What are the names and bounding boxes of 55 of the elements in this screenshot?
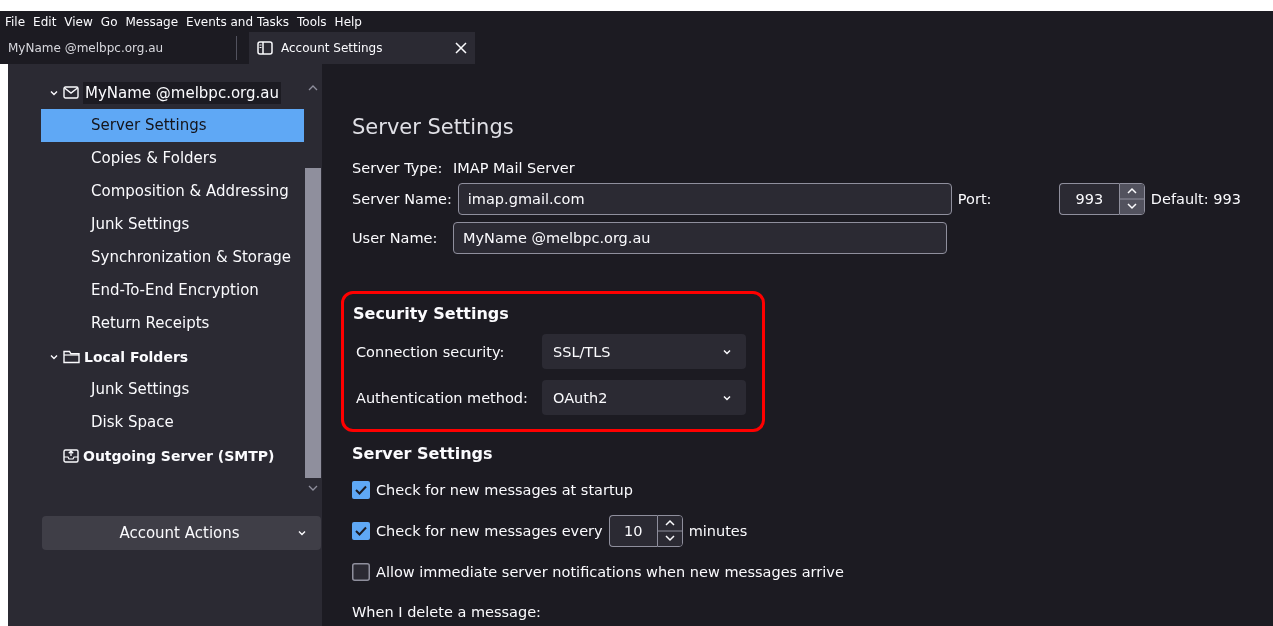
spin-buttons[interactable] bbox=[656, 514, 683, 547]
spin-buttons[interactable] bbox=[1118, 182, 1145, 215]
tree-item[interactable]: Composition & Addressing bbox=[41, 175, 304, 208]
tree-item[interactable]: Junk Settings bbox=[41, 208, 304, 241]
checkbox-label[interactable]: Allow immediate server notifications when new messages arrive bbox=[376, 563, 844, 580]
tree-item[interactable]: Local Folders bbox=[41, 340, 304, 373]
input-field[interactable]: MyName @melbpc.org.au bbox=[453, 221, 947, 254]
menu-item[interactable]: Go bbox=[100, 14, 118, 29]
tree-item[interactable]: Outgoing Server (SMTP) bbox=[41, 439, 304, 472]
field-label: Port: bbox=[957, 190, 993, 207]
tree-item[interactable]: Junk Settings bbox=[41, 373, 304, 406]
checkbox-label[interactable]: Check for new messages every bbox=[376, 522, 603, 539]
tab[interactable]: MyName @melbpc.org.au bbox=[0, 36, 237, 60]
tree-item[interactable]: Disk Space bbox=[41, 406, 304, 439]
field-label: Authentication method: bbox=[355, 389, 529, 406]
menu-item[interactable]: View bbox=[64, 14, 93, 29]
tree-item[interactable]: Synchronization & Storage bbox=[41, 241, 304, 274]
menu-item[interactable]: Events and Tasks bbox=[186, 14, 290, 29]
tree-item[interactable]: End-To-End Encryption bbox=[41, 274, 304, 307]
envelope-icon bbox=[63, 86, 79, 99]
menu-item[interactable]: Tools bbox=[297, 14, 327, 29]
input-field[interactable]: imap.gmail.com bbox=[457, 182, 952, 215]
interval-input[interactable]: 10 bbox=[608, 514, 657, 547]
field-label: Connection security: bbox=[355, 343, 506, 360]
account-actions-button[interactable]: Account Actions bbox=[42, 516, 321, 550]
checkbox[interactable] bbox=[352, 521, 370, 540]
tree-item[interactable]: Return Receipts bbox=[41, 307, 304, 340]
dropdown[interactable]: SSL/TLS bbox=[542, 334, 746, 369]
checkbox[interactable] bbox=[352, 562, 370, 581]
checkbox-label[interactable]: Check for new messages at startup bbox=[376, 481, 633, 498]
menu-item[interactable]: Help bbox=[334, 14, 362, 29]
outbox-icon bbox=[63, 448, 79, 463]
server-type-value: IMAP Mail Server bbox=[453, 160, 575, 176]
close-icon[interactable] bbox=[455, 42, 467, 54]
chevron-icon bbox=[297, 528, 307, 538]
dropdown[interactable]: OAuth2 bbox=[542, 380, 746, 415]
tree-item[interactable]: Copies & Folders bbox=[41, 142, 304, 175]
section-heading: Server Settings bbox=[352, 444, 494, 463]
menu-item[interactable]: File bbox=[5, 14, 26, 29]
unit-label: minutes bbox=[688, 522, 748, 539]
default-port-text: Default: 993 bbox=[1150, 190, 1241, 207]
field-label: Server Name: bbox=[352, 190, 452, 207]
field-label: User Name: bbox=[352, 229, 439, 246]
panel-icon bbox=[257, 41, 273, 55]
page-title: Server Settings bbox=[352, 115, 515, 139]
port-input[interactable]: 993 bbox=[1058, 182, 1119, 215]
tree-item[interactable]: Server Settings bbox=[41, 109, 304, 142]
delete-heading: When I delete a message: bbox=[352, 604, 542, 620]
folder-icon bbox=[63, 349, 80, 364]
menu-item[interactable]: Edit bbox=[33, 14, 57, 29]
field-label: Server Type: bbox=[352, 160, 444, 176]
section-heading: Security Settings bbox=[353, 304, 510, 323]
tab[interactable]: Account Settings bbox=[249, 32, 475, 64]
checkbox[interactable] bbox=[352, 480, 370, 499]
menu-item[interactable]: Message bbox=[125, 14, 179, 29]
